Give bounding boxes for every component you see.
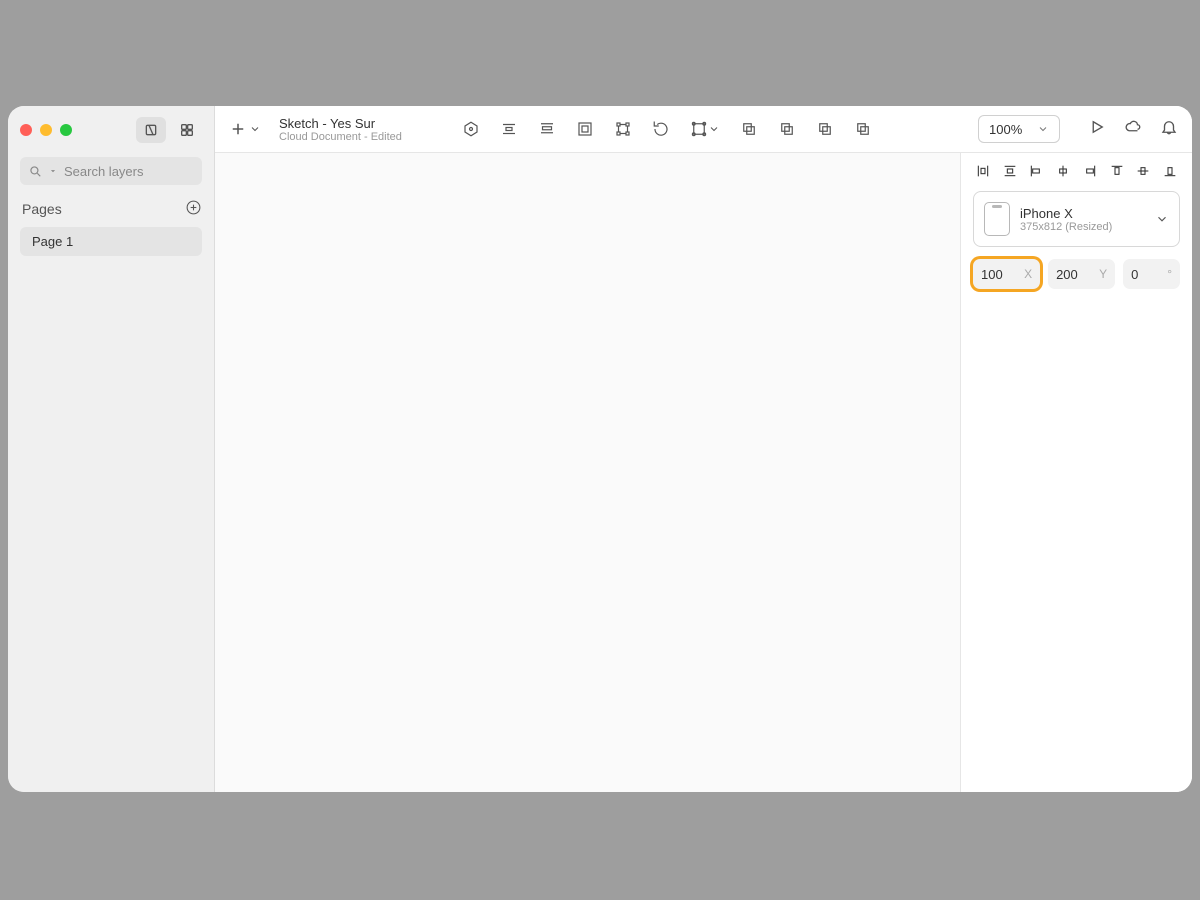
union-button[interactable] [740,120,758,138]
subtract-button[interactable] [778,120,796,138]
canvas[interactable] [215,153,960,792]
distribute-v-icon [538,120,556,138]
align-v-center-button[interactable] [1135,163,1151,179]
pages-label: Pages [22,201,62,217]
artboard-preset-selector[interactable]: iPhone X 375x812 (Resized) [973,191,1180,247]
distribute-horizontal-button[interactable] [500,120,518,138]
x-value: 100 [981,267,1003,282]
cloud-button[interactable] [1124,118,1142,141]
plus-circle-icon [185,199,202,216]
notifications-button[interactable] [1160,118,1178,141]
chevron-down-icon [1037,123,1049,135]
layers-icon [143,122,159,138]
x-position-field[interactable]: 100 X [973,259,1040,289]
search-placeholder: Search layers [64,164,143,179]
group-icon [576,120,594,138]
phone-icon [984,202,1010,236]
page-list-item[interactable]: Page 1 [20,227,202,256]
align-right-button[interactable] [1082,163,1098,179]
document-subtitle: Cloud Document - Edited [279,131,402,143]
app-window: Search layers Pages Page 1 Sketch - Yes … [8,106,1192,792]
align-h-center-button[interactable] [1055,163,1071,179]
rotate-icon [652,120,670,138]
subtract-icon [778,120,796,138]
minimize-window-button[interactable] [40,124,52,136]
play-icon [1088,118,1106,136]
components-panel-button[interactable] [172,117,202,143]
sidebar: Search layers Pages Page 1 [8,106,215,792]
titlebar [8,106,214,153]
document-title: Sketch - Yes Sur [279,116,402,131]
group-button[interactable] [576,120,594,138]
top-toolbar: Sketch - Yes Sur Cloud Document - Edited [215,106,1192,153]
x-label: X [1024,267,1032,281]
chevron-down-icon [1155,212,1169,226]
close-window-button[interactable] [20,124,32,136]
inspector: iPhone X 375x812 (Resized) 100 X 200 Y [960,153,1192,792]
align-top-button[interactable] [1109,163,1125,179]
y-label: Y [1099,267,1107,281]
hexagon-icon [462,120,480,138]
search-icon [28,164,42,178]
edit-button[interactable] [614,120,632,138]
preset-name: iPhone X [1020,206,1145,221]
union-icon [740,120,758,138]
alignment-controls [973,163,1180,179]
align-h-distribute-button[interactable] [975,163,991,179]
difference-button[interactable] [854,120,872,138]
plus-icon [229,120,247,138]
zoom-control[interactable]: 100% [978,115,1060,143]
window-controls [20,124,72,136]
nodes-icon [614,120,632,138]
insert-button[interactable] [229,120,261,138]
rotation-value: 0 [1131,267,1138,282]
y-position-field[interactable]: 200 Y [1048,259,1115,289]
grid-icon [179,122,195,138]
rotation-field[interactable]: 0 ° [1123,259,1180,289]
transform-button[interactable] [690,120,720,138]
toolbar-center [462,120,956,138]
canvas-area: iPhone X 375x812 (Resized) 100 X 200 Y [215,153,1192,792]
position-row: 100 X 200 Y 0 ° [973,259,1180,289]
add-page-button[interactable] [185,199,202,219]
bell-icon [1160,118,1178,136]
intersect-button[interactable] [816,120,834,138]
cloud-icon [1124,118,1142,136]
preview-button[interactable] [1088,118,1106,141]
difference-icon [854,120,872,138]
align-v-distribute-button[interactable] [1002,163,1018,179]
align-left-button[interactable] [1028,163,1044,179]
chevron-down-icon [249,123,261,135]
align-bottom-button[interactable] [1162,163,1178,179]
distribute-h-icon [500,120,518,138]
y-value: 200 [1056,267,1078,282]
caret-down-icon [48,166,58,176]
rotate-button[interactable] [652,120,670,138]
layers-panel-button[interactable] [136,117,166,143]
page-name: Page 1 [32,234,73,249]
transform-icon [690,120,708,138]
search-input[interactable]: Search layers [20,157,202,185]
main-area: Sketch - Yes Sur Cloud Document - Edited [215,106,1192,792]
document-title-block: Sketch - Yes Sur Cloud Document - Edited [279,116,402,143]
rotation-label: ° [1167,267,1172,281]
pages-header: Pages [8,193,214,227]
chevron-down-icon [708,123,720,135]
preset-detail: 375x812 (Resized) [1020,221,1145,233]
create-symbol-button[interactable] [462,120,480,138]
intersect-icon [816,120,834,138]
maximize-window-button[interactable] [60,124,72,136]
distribute-vertical-button[interactable] [538,120,556,138]
zoom-value: 100% [989,122,1022,137]
